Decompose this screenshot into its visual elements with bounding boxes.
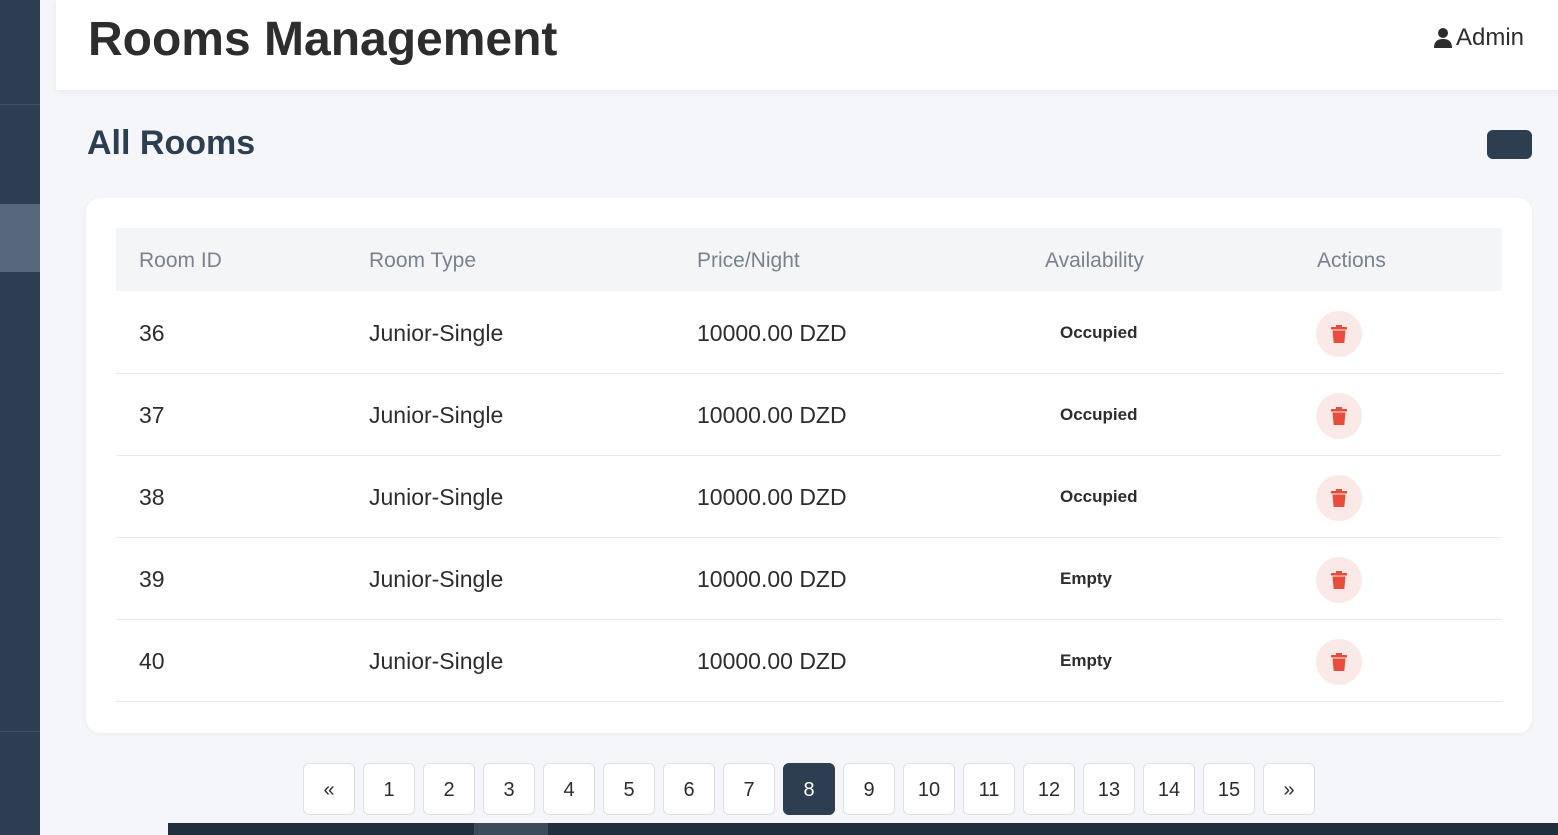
- page-button[interactable]: 12: [1023, 763, 1075, 815]
- table-header: Room ID Room Type Price/Night Availabili…: [116, 228, 1502, 291]
- delete-room-button[interactable]: [1316, 639, 1362, 685]
- availability-badge: Empty: [1060, 651, 1112, 670]
- availability-badge: Occupied: [1060, 405, 1138, 424]
- room-id: 39: [139, 566, 165, 592]
- page-title: Rooms Management: [88, 13, 558, 66]
- sidebar: [0, 0, 40, 835]
- column-header-actions: Actions: [1317, 249, 1386, 272]
- user-label: Admin: [1455, 24, 1524, 51]
- pagination: « 1 2 3 4 5 6 7 8 9 10 11 12 13 14 15 »: [303, 763, 1315, 815]
- availability-badge: Occupied: [1060, 323, 1138, 342]
- page-button[interactable]: 11: [963, 763, 1015, 815]
- table-row: 39 Junior-Single 10000.00 DZD Empty: [116, 538, 1502, 620]
- user-icon: [1433, 28, 1452, 48]
- room-price: 10000.00 DZD: [697, 648, 847, 674]
- room-type: Junior-Single: [369, 402, 504, 428]
- pagination-next[interactable]: »: [1263, 763, 1315, 815]
- column-header-room-id: Room ID: [139, 249, 222, 272]
- room-type: Junior-Single: [369, 648, 504, 674]
- room-price: 10000.00 DZD: [697, 320, 847, 346]
- room-type: Junior-Single: [369, 484, 504, 510]
- room-price: 10000.00 DZD: [697, 402, 847, 428]
- os-taskbar: [168, 823, 1558, 835]
- page-button[interactable]: 10: [903, 763, 955, 815]
- page-button[interactable]: 15: [1203, 763, 1255, 815]
- delete-room-button[interactable]: [1316, 311, 1362, 357]
- add-room-button[interactable]: [1487, 130, 1532, 159]
- room-id: 38: [139, 484, 165, 510]
- page-button[interactable]: 13: [1083, 763, 1135, 815]
- availability-badge: Empty: [1060, 569, 1112, 588]
- room-id: 36: [139, 320, 165, 346]
- table-row: 40 Junior-Single 10000.00 DZD Empty: [116, 620, 1502, 702]
- page-button[interactable]: 1: [363, 763, 415, 815]
- page-button[interactable]: 14: [1143, 763, 1195, 815]
- pagination-prev[interactable]: «: [303, 763, 355, 815]
- room-type: Junior-Single: [369, 320, 504, 346]
- trash-icon: [1331, 489, 1347, 507]
- availability-badge: Occupied: [1060, 487, 1138, 506]
- trash-icon: [1331, 325, 1347, 343]
- delete-room-button[interactable]: [1316, 393, 1362, 439]
- delete-room-button[interactable]: [1316, 557, 1362, 603]
- column-header-price: Price/Night: [697, 249, 800, 272]
- section-title: All Rooms: [87, 124, 256, 162]
- page-button[interactable]: 6: [663, 763, 715, 815]
- column-header-room-type: Room Type: [369, 249, 476, 272]
- room-id: 40: [139, 648, 165, 674]
- column-header-availability: Availability: [1045, 249, 1144, 272]
- user-menu[interactable]: Admin: [1433, 24, 1524, 52]
- page-button[interactable]: 2: [423, 763, 475, 815]
- sidebar-divider: [0, 104, 40, 105]
- sidebar-divider: [0, 731, 40, 732]
- trash-icon: [1331, 407, 1347, 425]
- room-price: 10000.00 DZD: [697, 484, 847, 510]
- page-button-current[interactable]: 8: [783, 763, 835, 815]
- page-button[interactable]: 7: [723, 763, 775, 815]
- rooms-table-card: Room ID Room Type Price/Night Availabili…: [86, 198, 1532, 733]
- room-type: Junior-Single: [369, 566, 504, 592]
- page-button[interactable]: 4: [543, 763, 595, 815]
- sidebar-item-active[interactable]: [0, 204, 40, 272]
- table-row: 36 Junior-Single 10000.00 DZD Occupied: [116, 292, 1502, 374]
- trash-icon: [1331, 653, 1347, 671]
- page-button[interactable]: 5: [603, 763, 655, 815]
- page-button[interactable]: 9: [843, 763, 895, 815]
- trash-icon: [1331, 571, 1347, 589]
- top-bar: Rooms Management Admin: [56, 0, 1558, 90]
- table-row: 37 Junior-Single 10000.00 DZD Occupied: [116, 374, 1502, 456]
- room-id: 37: [139, 402, 165, 428]
- page-button[interactable]: 3: [483, 763, 535, 815]
- table-row: 38 Junior-Single 10000.00 DZD Occupied: [116, 456, 1502, 538]
- delete-room-button[interactable]: [1316, 475, 1362, 521]
- taskbar-app-button[interactable]: [474, 823, 548, 835]
- room-price: 10000.00 DZD: [697, 566, 847, 592]
